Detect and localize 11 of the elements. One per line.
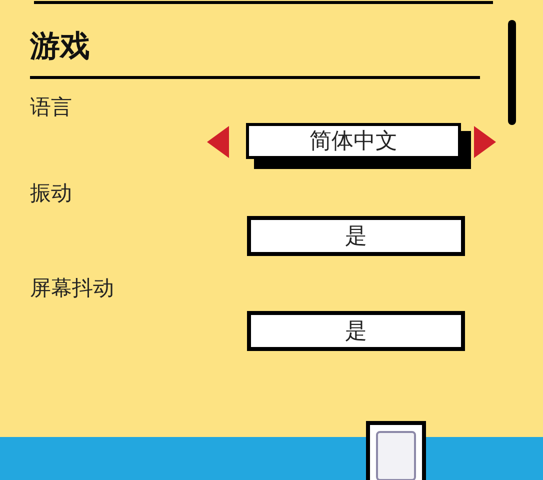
scrollbar-thumb[interactable]	[508, 20, 516, 125]
left-arrow-icon[interactable]	[207, 126, 229, 158]
language-selector[interactable]: 简体中文	[246, 123, 461, 159]
setting-label: 语言	[30, 97, 72, 118]
section-title: 游戏	[30, 32, 91, 62]
setting-label: 振动	[30, 183, 72, 204]
setting-label: 屏幕抖动	[30, 278, 114, 299]
right-arrow-icon[interactable]	[474, 126, 496, 158]
toggle-button[interactable]: 是	[247, 311, 465, 351]
button-frame[interactable]	[366, 421, 426, 480]
toggle-button[interactable]: 是	[247, 216, 465, 256]
